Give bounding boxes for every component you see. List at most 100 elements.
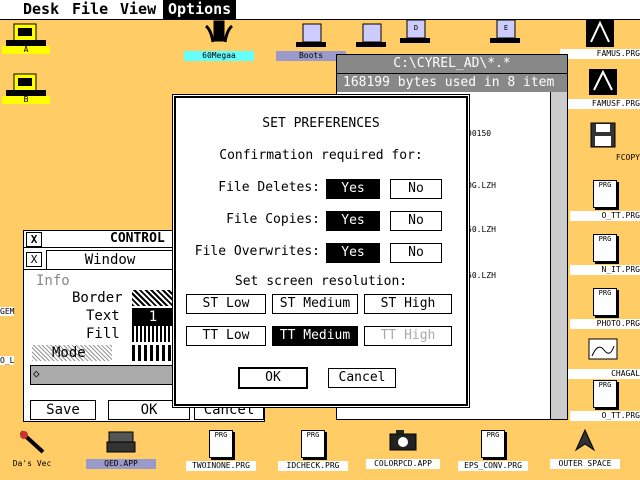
right-prg-2-label: N_IT.PRG — [570, 265, 640, 275]
file-overwrites-label: File Overwrites: — [194, 244, 320, 259]
file-overwrites-no-button[interactable]: No — [390, 243, 442, 263]
res-st-medium-button[interactable]: ST Medium — [272, 294, 358, 314]
das-vec-label: Da's Vec — [12, 459, 52, 468]
disk-drive-icon: D — [397, 16, 433, 46]
idcheck-prg-label: IDCHECK.PRG — [278, 461, 348, 471]
twoinone-prg-label: TWOINONE.PRG — [186, 461, 256, 471]
dialog-cancel-button[interactable]: Cancel — [328, 368, 396, 388]
window-label[interactable]: Window — [46, 250, 174, 270]
close-icon[interactable]: X — [26, 252, 42, 267]
text-value[interactable]: 1 — [132, 308, 174, 326]
close-icon[interactable]: X — [26, 232, 42, 247]
harddisk-60megaa-icon[interactable]: 60Megaa — [184, 20, 254, 61]
file-deletes-no-button[interactable]: No — [390, 179, 442, 199]
disk-drive-icon: E — [487, 16, 523, 46]
dialog-ok-button[interactable]: OK — [238, 367, 308, 389]
qed-app-label: QED.APP — [86, 459, 156, 469]
fcopy-icon[interactable]: FCOPY — [566, 122, 640, 163]
set-preferences-dialog: SET PREFERENCES Confirmation required fo… — [174, 96, 468, 406]
file-item[interactable]: 50.LZH — [467, 271, 496, 280]
file-item[interactable]: 50.LZH — [467, 225, 496, 234]
right-prg-3-icon[interactable]: PRG PHOTO.PRG — [570, 288, 640, 329]
file-window-title[interactable]: C:\CYREL_AD\*.* — [337, 55, 567, 73]
twoinone-prg-icon[interactable]: PRG TWOINONE.PRG — [186, 430, 256, 471]
right-prg-4-label: O_TT.PRG — [570, 411, 640, 421]
left-icon-ol-label[interactable]: O_L — [0, 356, 15, 365]
right-prg-4-icon[interactable]: PRG O_TT.PRG — [570, 380, 640, 421]
drive-a-label: A — [2, 46, 50, 54]
file-window-info: 168199 bytes used in 8 item — [337, 73, 567, 92]
menu-file[interactable]: File — [67, 0, 113, 19]
file-copies-yes-button[interactable]: Yes — [326, 211, 380, 231]
drive-a-icon[interactable]: A — [2, 20, 50, 60]
menu-bar: Desk File View Options — [0, 0, 640, 20]
menu-options[interactable]: Options — [163, 0, 237, 19]
control-scrollbar[interactable]: ◇ — [30, 365, 176, 385]
res-st-low-button[interactable]: ST Low — [186, 294, 266, 314]
chagal-label: CHAGAL — [566, 369, 640, 379]
right-prg-1-label: O_TT.PRG — [570, 211, 640, 221]
outer-space-label: OUTER SPACE — [550, 459, 620, 469]
harddisk-60megaa-label: 60Megaa — [184, 51, 254, 61]
file-window-scrollbar[interactable] — [550, 92, 567, 419]
das-vec-icon[interactable]: Da's Vec — [2, 428, 62, 469]
mode-label: Mode — [52, 345, 86, 361]
program-file-icon: PRG — [593, 180, 617, 208]
idcheck-prg-icon[interactable]: PRG IDCHECK.PRG — [278, 430, 348, 471]
program-file-icon: PRG — [593, 288, 617, 316]
famusf-prg-icon[interactable]: FAMUSF.PRG — [566, 68, 640, 109]
file-item[interactable]: OG.LZH — [467, 181, 496, 190]
camera-icon — [385, 428, 421, 458]
disk-drive-icon — [293, 20, 329, 50]
eps-conv-prg-icon[interactable]: PRG EPS_CONV.PRG — [458, 430, 528, 471]
res-tt-low-button[interactable]: TT Low — [186, 326, 266, 346]
file-overwrites-yes-button[interactable]: Yes — [326, 243, 380, 263]
file-copies-label: File Copies: — [226, 212, 320, 227]
drive-e-icon[interactable]: E — [470, 16, 540, 46]
menu-desk[interactable]: Desk — [18, 0, 64, 19]
control-window-row: X Window — [24, 249, 174, 270]
outer-space-icon[interactable]: OUTER SPACE — [550, 428, 620, 469]
res-st-high-button[interactable]: ST High — [364, 294, 452, 314]
qed-app-icon[interactable]: QED.APP — [86, 428, 156, 469]
resolution-heading: Set screen resolution: — [234, 274, 408, 289]
mode-pattern[interactable] — [132, 345, 172, 361]
file-copies-no-button[interactable]: No — [390, 211, 442, 231]
chagal-icon[interactable]: CHAGAL — [566, 338, 640, 379]
control-title: CONTROL — [110, 231, 165, 246]
info-label: Info — [36, 273, 70, 289]
program-file-icon: PRG — [301, 430, 325, 458]
drive-d-label: D — [414, 24, 418, 32]
famusf-prg-label: FAMUSF.PRG — [566, 99, 640, 109]
eps-conv-prg-label: EPS_CONV.PRG — [458, 461, 528, 471]
program-file-icon: PRG — [593, 380, 617, 408]
right-prg-1-icon[interactable]: PRG O_TT.PRG — [570, 180, 640, 221]
scroll-left-arrow-icon[interactable]: ◇ — [33, 367, 40, 380]
file-deletes-label: File Deletes: — [218, 180, 320, 195]
text-label: Text — [86, 308, 120, 324]
save-button[interactable]: Save — [30, 400, 96, 420]
file-item[interactable]: 00150 — [467, 129, 491, 138]
confirm-heading: Confirmation required for: — [219, 148, 423, 163]
border-label: Border — [72, 290, 123, 306]
spaceship-icon — [567, 428, 603, 458]
atari-logo-icon — [201, 20, 237, 50]
res-tt-high-button: TT High — [364, 326, 452, 346]
menu-view[interactable]: View — [115, 0, 161, 19]
fill-label: Fill — [86, 326, 120, 342]
res-tt-medium-button[interactable]: TT Medium — [272, 326, 358, 346]
colorpcd-app-label: COLORPCD.APP — [366, 459, 440, 469]
drive-b-icon[interactable]: B — [2, 70, 50, 110]
mode-box[interactable]: Mode — [32, 345, 112, 361]
drive-d-icon[interactable]: D — [380, 16, 450, 46]
program-file-icon: PRG — [481, 430, 505, 458]
fill-pattern[interactable] — [132, 326, 172, 342]
colorpcd-app-icon[interactable]: COLORPCD.APP — [366, 428, 440, 469]
left-icon-gem-label[interactable]: GEM — [0, 307, 15, 316]
dialog-title: SET PREFERENCES — [262, 116, 380, 131]
file-deletes-yes-button[interactable]: Yes — [326, 179, 380, 199]
right-prg-2-icon[interactable]: PRG N_IT.PRG — [570, 234, 640, 275]
border-pattern[interactable] — [132, 290, 172, 306]
typewriter-icon — [103, 428, 139, 458]
famus-prg-icon[interactable]: FAMUS.PRG — [560, 18, 640, 59]
